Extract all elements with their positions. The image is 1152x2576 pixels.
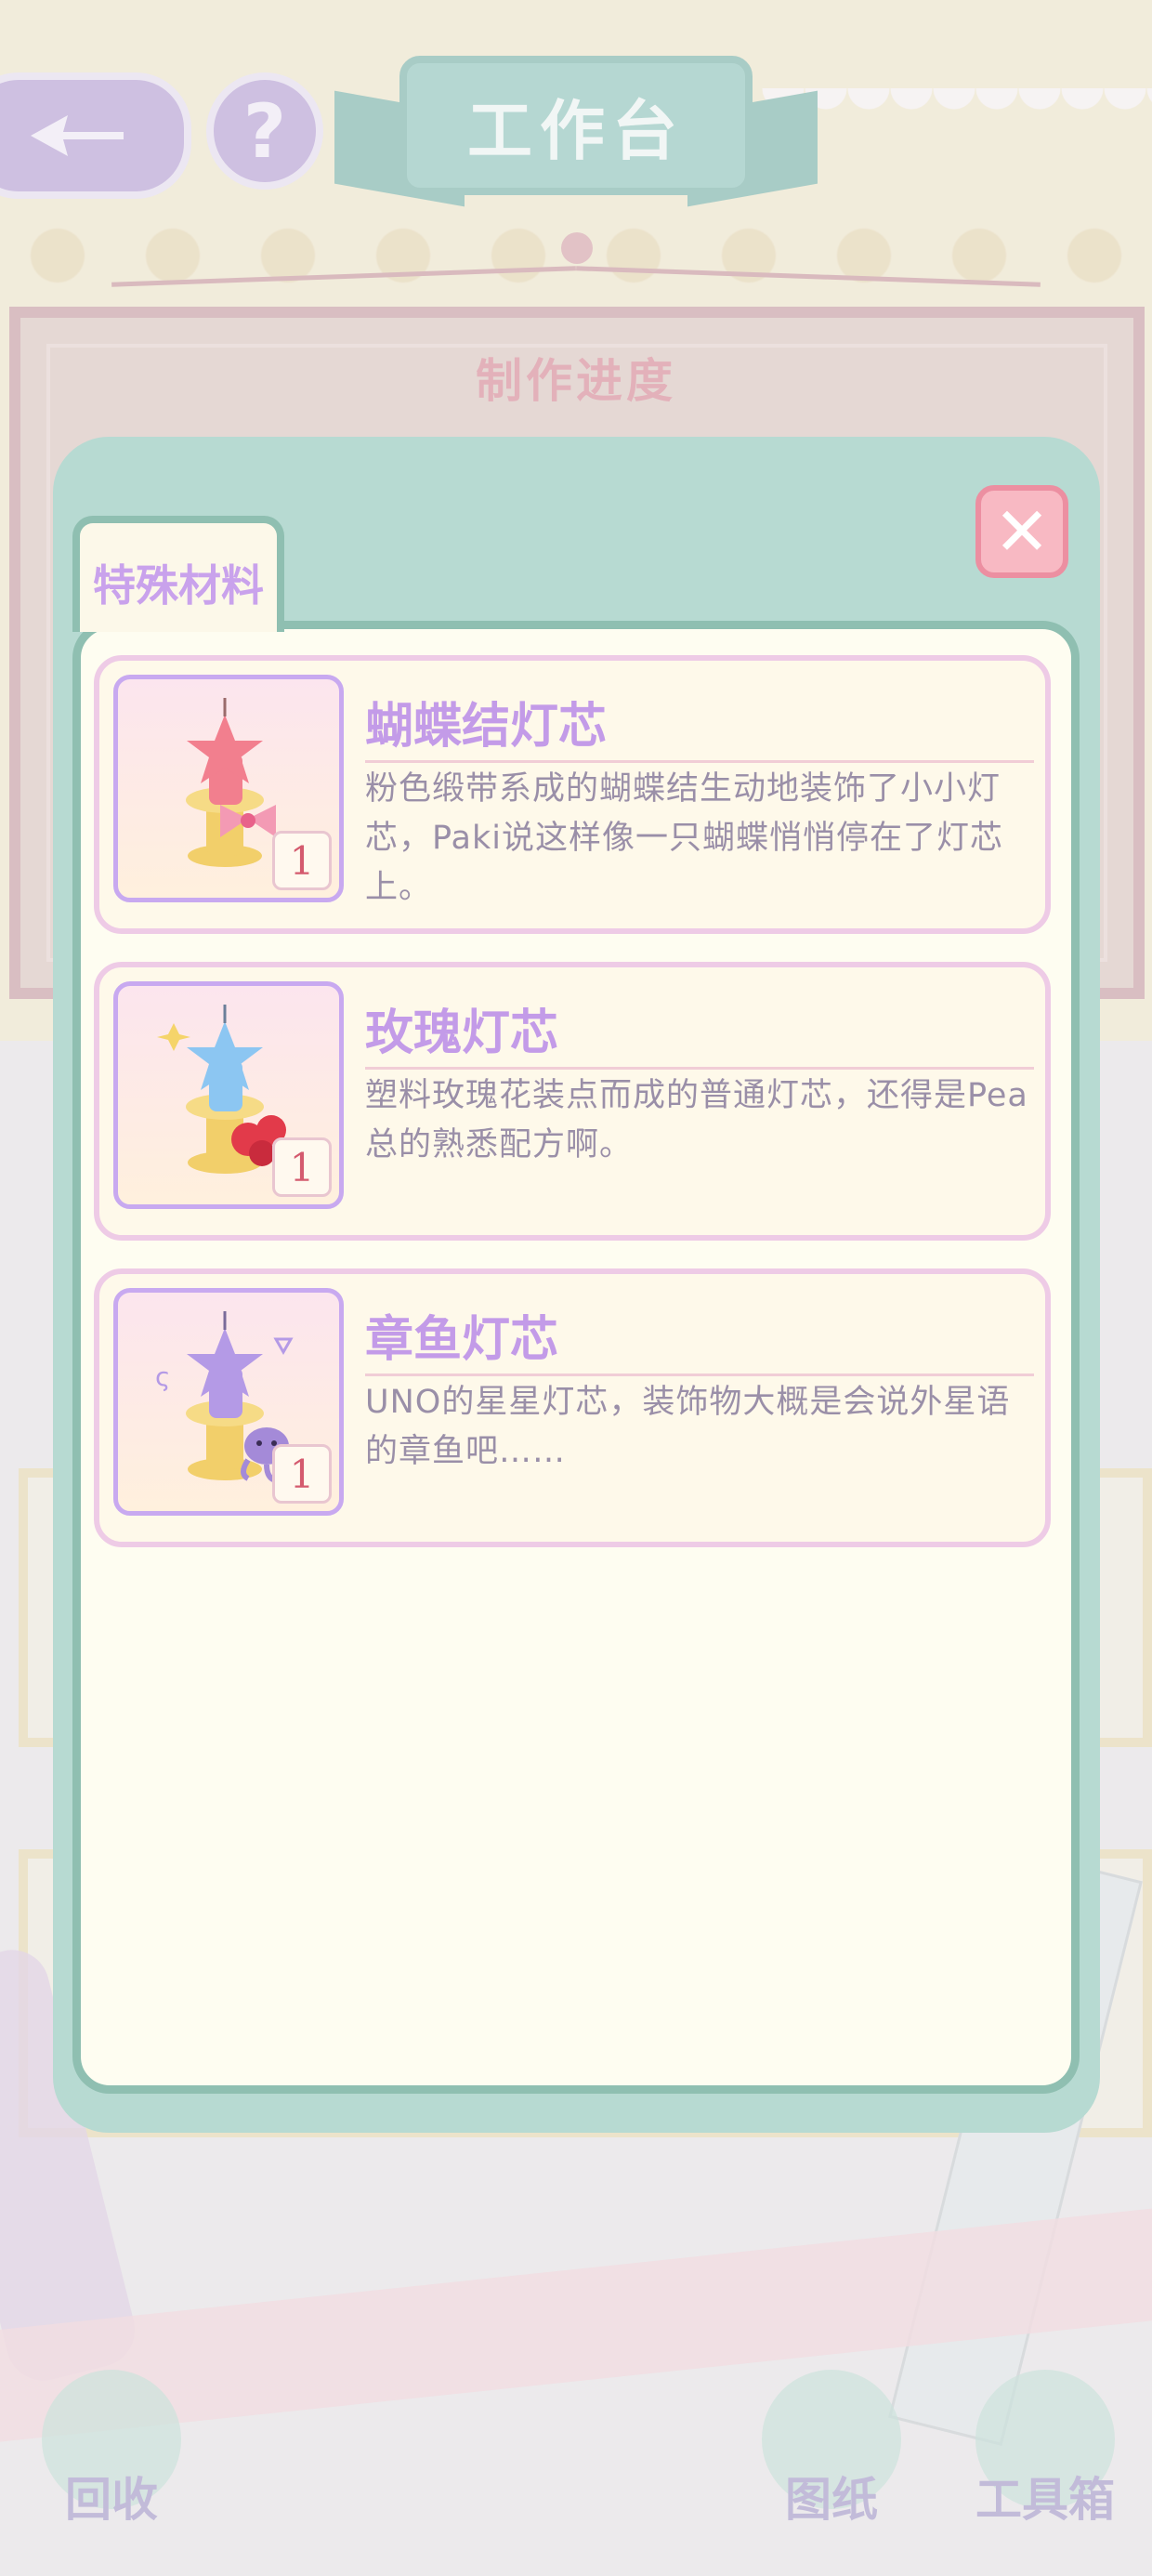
item-description: 粉色缎带系成的蝴蝶结生动地装饰了小小灯芯，Paki说这样像一只蝴蝶悄悄停在了灯芯…	[365, 770, 1003, 906]
bow-candle-icon: 1	[113, 675, 344, 902]
svg-text:ς: ς	[155, 1361, 170, 1392]
close-button[interactable]: ✕	[975, 485, 1068, 578]
item-description: UNO的星星灯芯，装饰物大概是会说外星语的章鱼吧……	[365, 1384, 1011, 1470]
material-item[interactable]: ς 1 章鱼灯芯 UNO的星星灯芯，装饰物大概是会说外星语的章鱼吧……	[94, 1268, 1051, 1547]
item-count-badge: 1	[272, 1137, 332, 1197]
material-item[interactable]: 1 玫瑰灯芯 塑料玫瑰花装点而成的普通灯芯，还得是Pea总的熟悉配方啊。	[94, 962, 1051, 1241]
item-name: 蝴蝶结灯芯	[365, 687, 1034, 763]
item-name: 章鱼灯芯	[365, 1300, 1034, 1376]
item-name: 玫瑰灯芯	[365, 993, 1034, 1070]
item-count-badge: 1	[272, 831, 332, 890]
close-icon: ✕	[993, 493, 1051, 571]
material-item[interactable]: 1 蝴蝶结灯芯 粉色缎带系成的蝴蝶结生动地装饰了小小灯芯，Paki说这样像一只蝴…	[94, 655, 1051, 934]
item-count-badge: 1	[272, 1444, 332, 1504]
rose-candle-icon: 1	[113, 981, 344, 1209]
tab-special-materials[interactable]: 特殊材料	[72, 516, 284, 632]
item-description: 塑料玫瑰花装点而成的普通灯芯，还得是Pea总的熟悉配方啊。	[365, 1077, 1028, 1163]
octopus-candle-icon: ς 1	[113, 1288, 344, 1516]
